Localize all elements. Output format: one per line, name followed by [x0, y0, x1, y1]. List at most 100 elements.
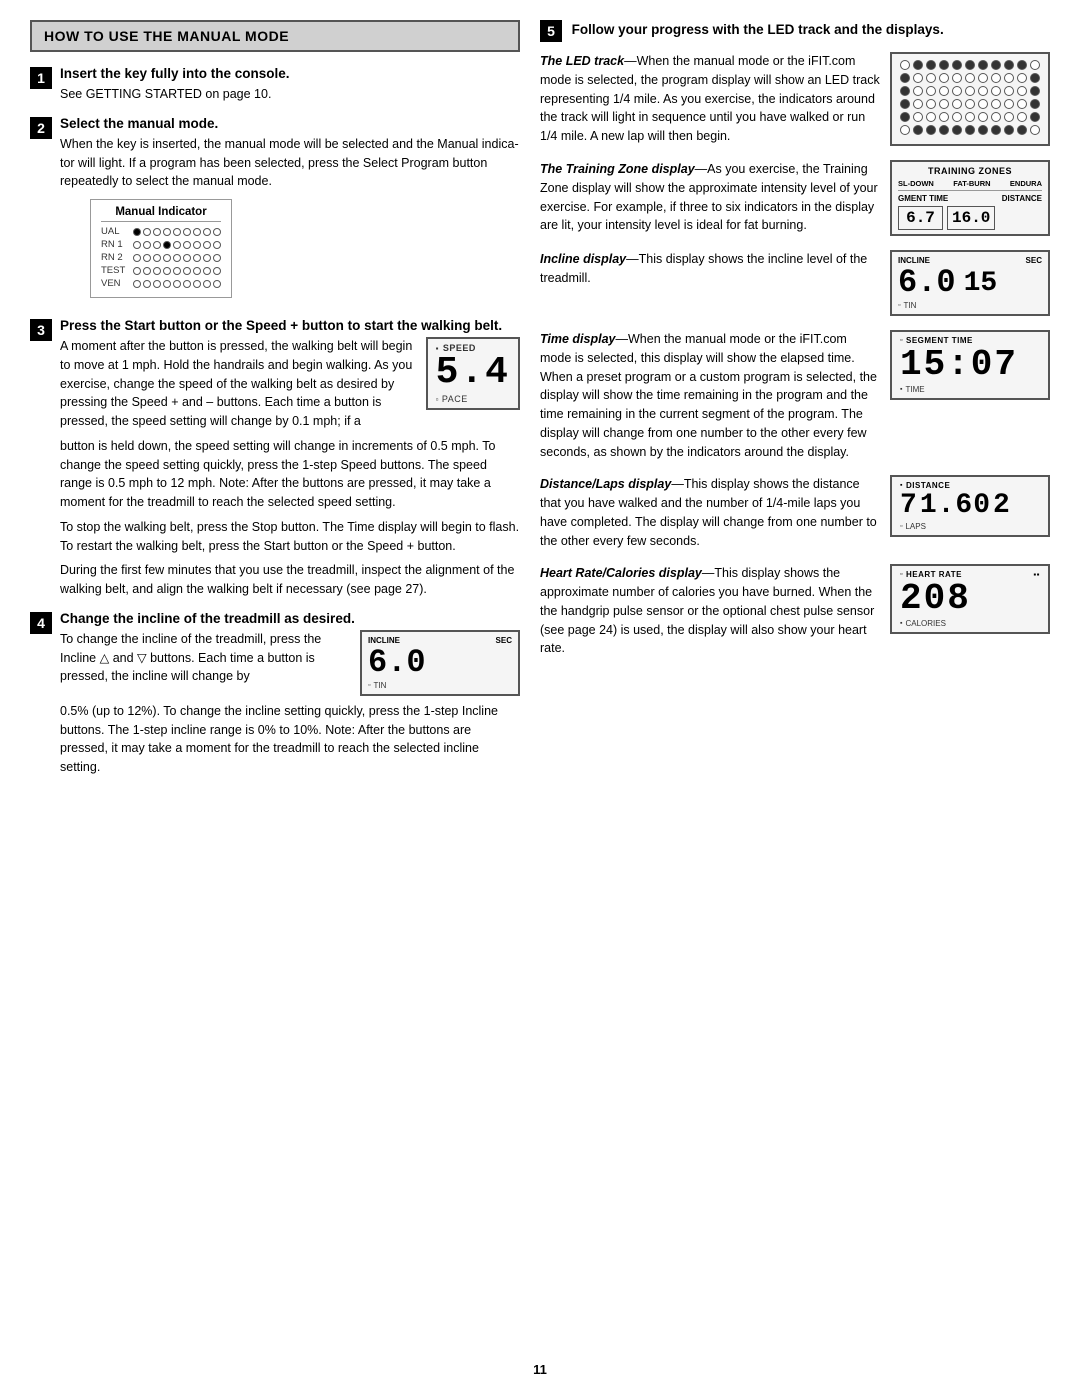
speed-display-wrap: SPEED 5.4 PACE: [426, 337, 520, 410]
tz-numbers: 6.7 16.0: [898, 206, 1042, 230]
indicator-label-rn2: RN 2: [101, 252, 129, 263]
led-dot: [939, 73, 949, 83]
led-row-2: [900, 73, 1040, 83]
indicator-row-test: TEST: [101, 265, 221, 276]
led-dot: [900, 112, 910, 122]
incline-display-text: Incline display—This display shows the i…: [540, 250, 880, 288]
step-3-body4: During the first few minutes that you us…: [60, 561, 520, 599]
time-display-section: Time display—When the manual mode or the…: [540, 330, 1050, 461]
dist-label-top: DISTANCE: [900, 481, 1040, 490]
indicator-label-ven: VEN: [101, 278, 129, 289]
hr-display-section: Heart Rate/Calories display—This display…: [540, 564, 1050, 658]
led-dot: [991, 60, 1001, 70]
led-row-1: [900, 60, 1040, 70]
time-display-text: Time display—When the manual mode or the…: [540, 330, 880, 461]
training-zones-section: The Training Zone dis­play—As you exerci…: [540, 160, 1050, 236]
dot: [193, 254, 201, 262]
dot: [153, 241, 161, 249]
led-row-4: [900, 99, 1040, 109]
right-column: 5 Follow your progress with the LED trac…: [540, 20, 1050, 1346]
step-5-title: Follow your progress with the LED track …: [572, 22, 944, 37]
distance-display-label: Distance/Laps display: [540, 477, 671, 491]
led-dot: [926, 112, 936, 122]
speed-value: 5.4: [436, 354, 510, 392]
indicator-row-ven: VEN: [101, 278, 221, 289]
led-dot: [913, 86, 923, 96]
led-dot: [978, 99, 988, 109]
step-4-title: Change the incline of the treadmill as d…: [60, 611, 520, 626]
dot: [173, 280, 181, 288]
dot: [183, 254, 191, 262]
hr-small-squares: ▪▪: [1033, 570, 1040, 579]
dot-row-ual: [133, 228, 221, 236]
led-dot: [952, 86, 962, 96]
dot: [173, 254, 181, 262]
speed-display-box: SPEED 5.4 PACE: [426, 337, 520, 410]
step-3-inner: A moment after the button is pressed, th…: [60, 337, 520, 431]
indicator-title: Manual Indicator: [101, 206, 221, 222]
step-2-title: Select the manual mode.: [60, 116, 520, 131]
incline-numbers-right: 6.0 15: [898, 267, 1042, 299]
dot-row-rn2: [133, 254, 221, 262]
dot: [143, 254, 151, 262]
dot: [183, 241, 191, 249]
led-track-display: [890, 52, 1050, 146]
led-dot: [1017, 125, 1027, 135]
training-zones-display: TRAINING ZONES SL-DOWN FAT-BURN ENDURA G…: [890, 160, 1050, 236]
led-dot: [965, 99, 975, 109]
led-dot: [1030, 60, 1040, 70]
led-dot: [1030, 73, 1040, 83]
incline-sec-display-right: INCLINE SEC 6.0 15 TIN: [890, 250, 1050, 316]
dot: [133, 241, 141, 249]
led-dot: [1004, 86, 1014, 96]
dot: [183, 280, 191, 288]
step-1-number: 1: [30, 67, 52, 89]
dot: [213, 241, 221, 249]
section-header: HOW TO USE THE MANUAL MODE: [30, 20, 520, 52]
step-5-header: 5 Follow your progress with the LED trac…: [540, 20, 1050, 42]
incline-display-wrap-left: INCLINE SEC 6.0 TIN: [360, 630, 520, 696]
indicator-row-ual: UAL: [101, 226, 221, 237]
dot: [143, 280, 151, 288]
step-3-content: Press the Start button or the Speed + bu…: [60, 318, 520, 599]
dot: [173, 228, 181, 236]
step-4-content: Change the incline of the treadmill as d…: [60, 611, 520, 777]
led-dot: [926, 99, 936, 109]
step-2: 2 Select the manual mode. When the key i…: [30, 116, 520, 306]
led-dot: [965, 86, 975, 96]
time-display-label: Time display: [540, 332, 616, 346]
led-dot: [926, 60, 936, 70]
step-2-body-intro: When the key is inserted, the manual mod…: [60, 135, 520, 191]
led-dot: [913, 112, 923, 122]
dot: [193, 241, 201, 249]
dot: [163, 241, 171, 249]
led-dot: [926, 125, 936, 135]
step-4-body: To change the incline of the treadmill, …: [60, 630, 350, 686]
tz-value1: 6.7: [898, 206, 943, 230]
led-dot: [900, 125, 910, 135]
indicator-label-ual: UAL: [101, 226, 129, 237]
dot: [133, 254, 141, 262]
dot: [163, 254, 171, 262]
led-dot: [1017, 73, 1027, 83]
led-dot: [952, 73, 962, 83]
led-dot: [1017, 99, 1027, 109]
step-2-number: 2: [30, 117, 52, 139]
dist-value1: 7: [900, 492, 918, 520]
step-4-number: 4: [30, 612, 52, 634]
led-track-section: The LED track—When the manual mode or th…: [540, 52, 1050, 146]
dot: [183, 267, 191, 275]
hr-display-label: Heart Rate/Calories display: [540, 566, 702, 580]
led-dot: [939, 60, 949, 70]
dist-numbers: 7 1.60 2: [900, 492, 1040, 520]
dot: [143, 228, 151, 236]
sec-label-right: SEC: [1026, 256, 1042, 265]
dot: [193, 280, 201, 288]
indicator-row-rn2: RN 2: [101, 252, 221, 263]
led-dot: [1030, 86, 1040, 96]
led-dot: [991, 86, 1001, 96]
led-dot: [900, 99, 910, 109]
led-dot: [978, 112, 988, 122]
tz-zone-slowdown: SL-DOWN: [898, 179, 934, 188]
step-3-body3: To stop the walking belt, press the Stop…: [60, 518, 520, 556]
